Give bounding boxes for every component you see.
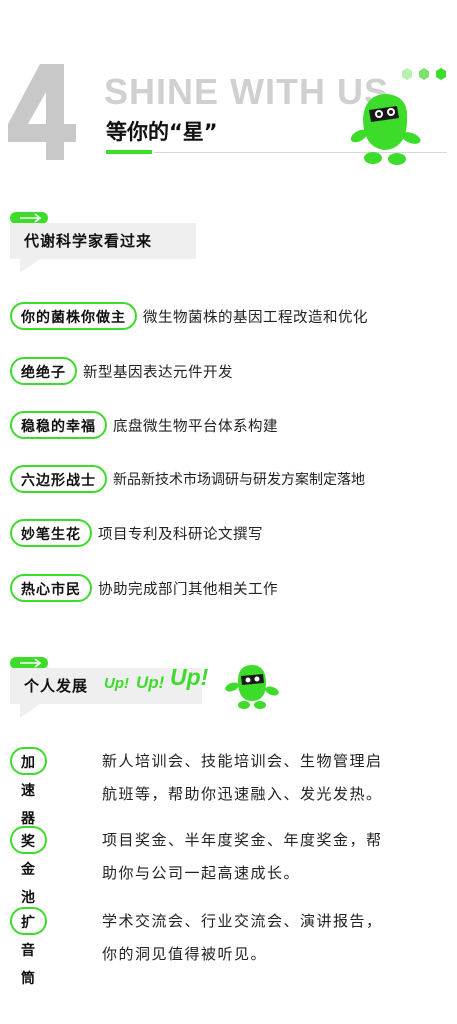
description-line: 你的洞见值得被听见。 [102, 945, 268, 963]
item-description: 底盘微生物平台体系构建 [113, 418, 278, 435]
list-item: 你的菌株你做主 微生物菌株的基因工程改造和优化 [10, 302, 368, 330]
section-metabolic-scientist: 代谢科学家看过来 [10, 210, 200, 280]
item-description: 新型基因表达元件开发 [83, 364, 233, 381]
tag-pill: 你的菌株你做主 [10, 302, 137, 330]
title-underline [106, 150, 152, 154]
tag-pill: 妙笔生花 [10, 519, 92, 547]
list-item: 稳稳的幸福 底盘微生物平台体系构建 [10, 411, 278, 439]
section-number-graphic [8, 64, 76, 160]
section-title: 个人发展 [24, 677, 89, 695]
tag-pill: 热心市民 [10, 574, 92, 602]
tag-pill: 加速器 [10, 747, 47, 827]
description-line: 学术交流会、行业交流会、演讲报告， [102, 912, 383, 930]
section-title: 代谢科学家看过来 [24, 232, 153, 250]
description-line: 航班等，帮助你迅速融入、发光发热。 [102, 785, 383, 803]
section-personal-development: 个人发展 Up! Up! Up! [10, 655, 290, 725]
list-item: 热心市民 协助完成部门其他相关工作 [10, 574, 278, 602]
item-description: 协助完成部门其他相关工作 [98, 581, 278, 598]
list-item: 绝绝子 新型基因表达元件开发 [10, 357, 233, 385]
three-dots-icon [402, 68, 446, 80]
up-text: Up! [136, 673, 165, 692]
description-line: 新人培训会、技能培训会、生物管理启 [102, 752, 383, 770]
item-description: 项目奖金、半年度奖金、年度奖金，帮 助你与公司一起高速成长。 [102, 824, 452, 890]
tag-pill: 扩音筒 [10, 907, 47, 987]
mascot-icon [225, 665, 279, 709]
description-line: 助你与公司一起高速成长。 [102, 864, 301, 882]
list-item: 六边形战士 新品新技术市场调研与研发方案制定落地 [10, 465, 365, 493]
list-item: 妙笔生花 项目专利及科研论文撰写 [10, 519, 263, 547]
mascot-icon [350, 94, 421, 165]
item-description: 项目专利及科研论文撰写 [98, 526, 263, 543]
item-description: 新人培训会、技能培训会、生物管理启 航班等，帮助你迅速融入、发光发热。 [102, 745, 452, 811]
tag-pill: 绝绝子 [10, 357, 77, 385]
item-description: 微生物菌株的基因工程改造和优化 [143, 309, 368, 326]
title-tail [20, 259, 40, 273]
description-line: 项目奖金、半年度奖金、年度奖金，帮 [102, 831, 383, 849]
up-text: Up! [170, 664, 209, 690]
item-description: 新品新技术市场调研与研发方案制定落地 [113, 472, 365, 488]
title-chinese: 等你的“星” [106, 120, 218, 144]
tag-pill: 六边形战士 [10, 465, 107, 493]
tag-pill: 奖金池 [10, 826, 47, 906]
up-text: Up! [104, 675, 129, 692]
title-tail [20, 704, 40, 718]
tag-pill: 稳稳的幸福 [10, 411, 107, 439]
item-description: 学术交流会、行业交流会、演讲报告， 你的洞见值得被听见。 [102, 905, 452, 971]
